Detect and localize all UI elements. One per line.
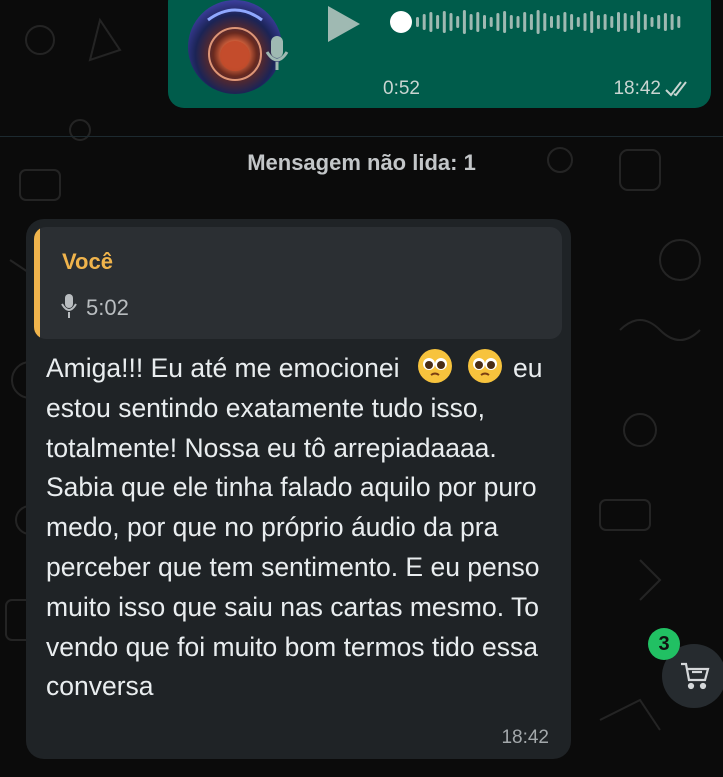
message-timestamp: 18:42 — [501, 727, 549, 748]
waveform-bar — [617, 12, 620, 32]
waveform-bar — [663, 13, 667, 31]
unread-count-badge: 3 — [648, 628, 680, 660]
waveform-bar — [543, 13, 547, 31]
cart-icon — [681, 662, 710, 690]
waveform-bar — [503, 11, 507, 33]
chat-divider — [0, 136, 723, 137]
waveform-bar — [516, 16, 520, 28]
waveform-bar — [509, 15, 513, 29]
pleading-face-emoji — [467, 349, 502, 383]
waveform-bar — [576, 17, 580, 27]
play-button[interactable] — [324, 4, 364, 44]
waveform-bar — [563, 12, 567, 32]
waveform-bar — [496, 13, 500, 31]
audio-seek-handle[interactable] — [390, 11, 412, 33]
waveform-bar — [550, 16, 553, 28]
waveform-bar — [416, 17, 419, 27]
waveform-bar — [677, 16, 681, 28]
message-text: Amiga!!! Eu até me emocionei eu estou se… — [46, 349, 546, 707]
waveform-bar — [529, 14, 533, 30]
waveform-bar — [603, 14, 607, 30]
message-text-line1: Amiga!!! Eu até me emocionei — [46, 353, 400, 383]
waveform-bar — [489, 17, 493, 27]
waveform-bar — [429, 12, 433, 32]
microphone-icon — [61, 293, 77, 319]
microphone-icon — [264, 34, 290, 74]
waveform-bar — [436, 15, 440, 29]
audio-duration: 0:52 — [383, 78, 420, 99]
waveform-bar — [590, 11, 594, 33]
waveform-bar — [456, 16, 460, 28]
quote-accent-bar — [34, 227, 40, 339]
waveform-bar — [623, 13, 627, 31]
incoming-message[interactable]: Você 5:02 Amiga!!! Eu até me emocionei e… — [26, 219, 571, 759]
waveform-bar — [469, 14, 473, 30]
waveform-bar — [449, 13, 453, 31]
waveform-bar — [657, 15, 661, 29]
waveform-bar — [523, 12, 527, 32]
waveform-bar — [630, 15, 634, 29]
read-receipt-icon — [665, 80, 691, 98]
pleading-face-emoji — [418, 349, 453, 383]
waveform-bar — [462, 10, 466, 34]
message-timestamp: 18:42 — [613, 78, 661, 99]
waveform-bar — [610, 16, 614, 28]
waveform-bar — [570, 14, 574, 30]
unread-messages-banner: Mensagem não lida: 1 — [247, 150, 476, 175]
waveform-bar — [596, 15, 600, 29]
waveform-bar — [643, 14, 647, 30]
waveform-bar — [536, 10, 540, 34]
message-text-body: eu estou sentindo exatamente tudo isso, … — [46, 353, 543, 702]
waveform-bar — [583, 13, 587, 31]
quote-audio-duration: 5:02 — [86, 295, 129, 320]
waveform-bar — [556, 15, 560, 29]
outgoing-audio-message[interactable]: 0:52 18:42 — [168, 0, 711, 108]
quote-author: Você — [62, 249, 113, 274]
waveform-bar — [637, 11, 641, 33]
waveform-bar — [483, 15, 486, 29]
audio-waveform[interactable] — [416, 6, 686, 38]
quoted-message[interactable]: Você 5:02 — [34, 227, 562, 339]
waveform-bar — [670, 14, 674, 30]
waveform-bar — [476, 12, 480, 32]
waveform-bar — [442, 11, 446, 33]
waveform-bar — [650, 17, 654, 27]
waveform-bar — [422, 14, 426, 30]
